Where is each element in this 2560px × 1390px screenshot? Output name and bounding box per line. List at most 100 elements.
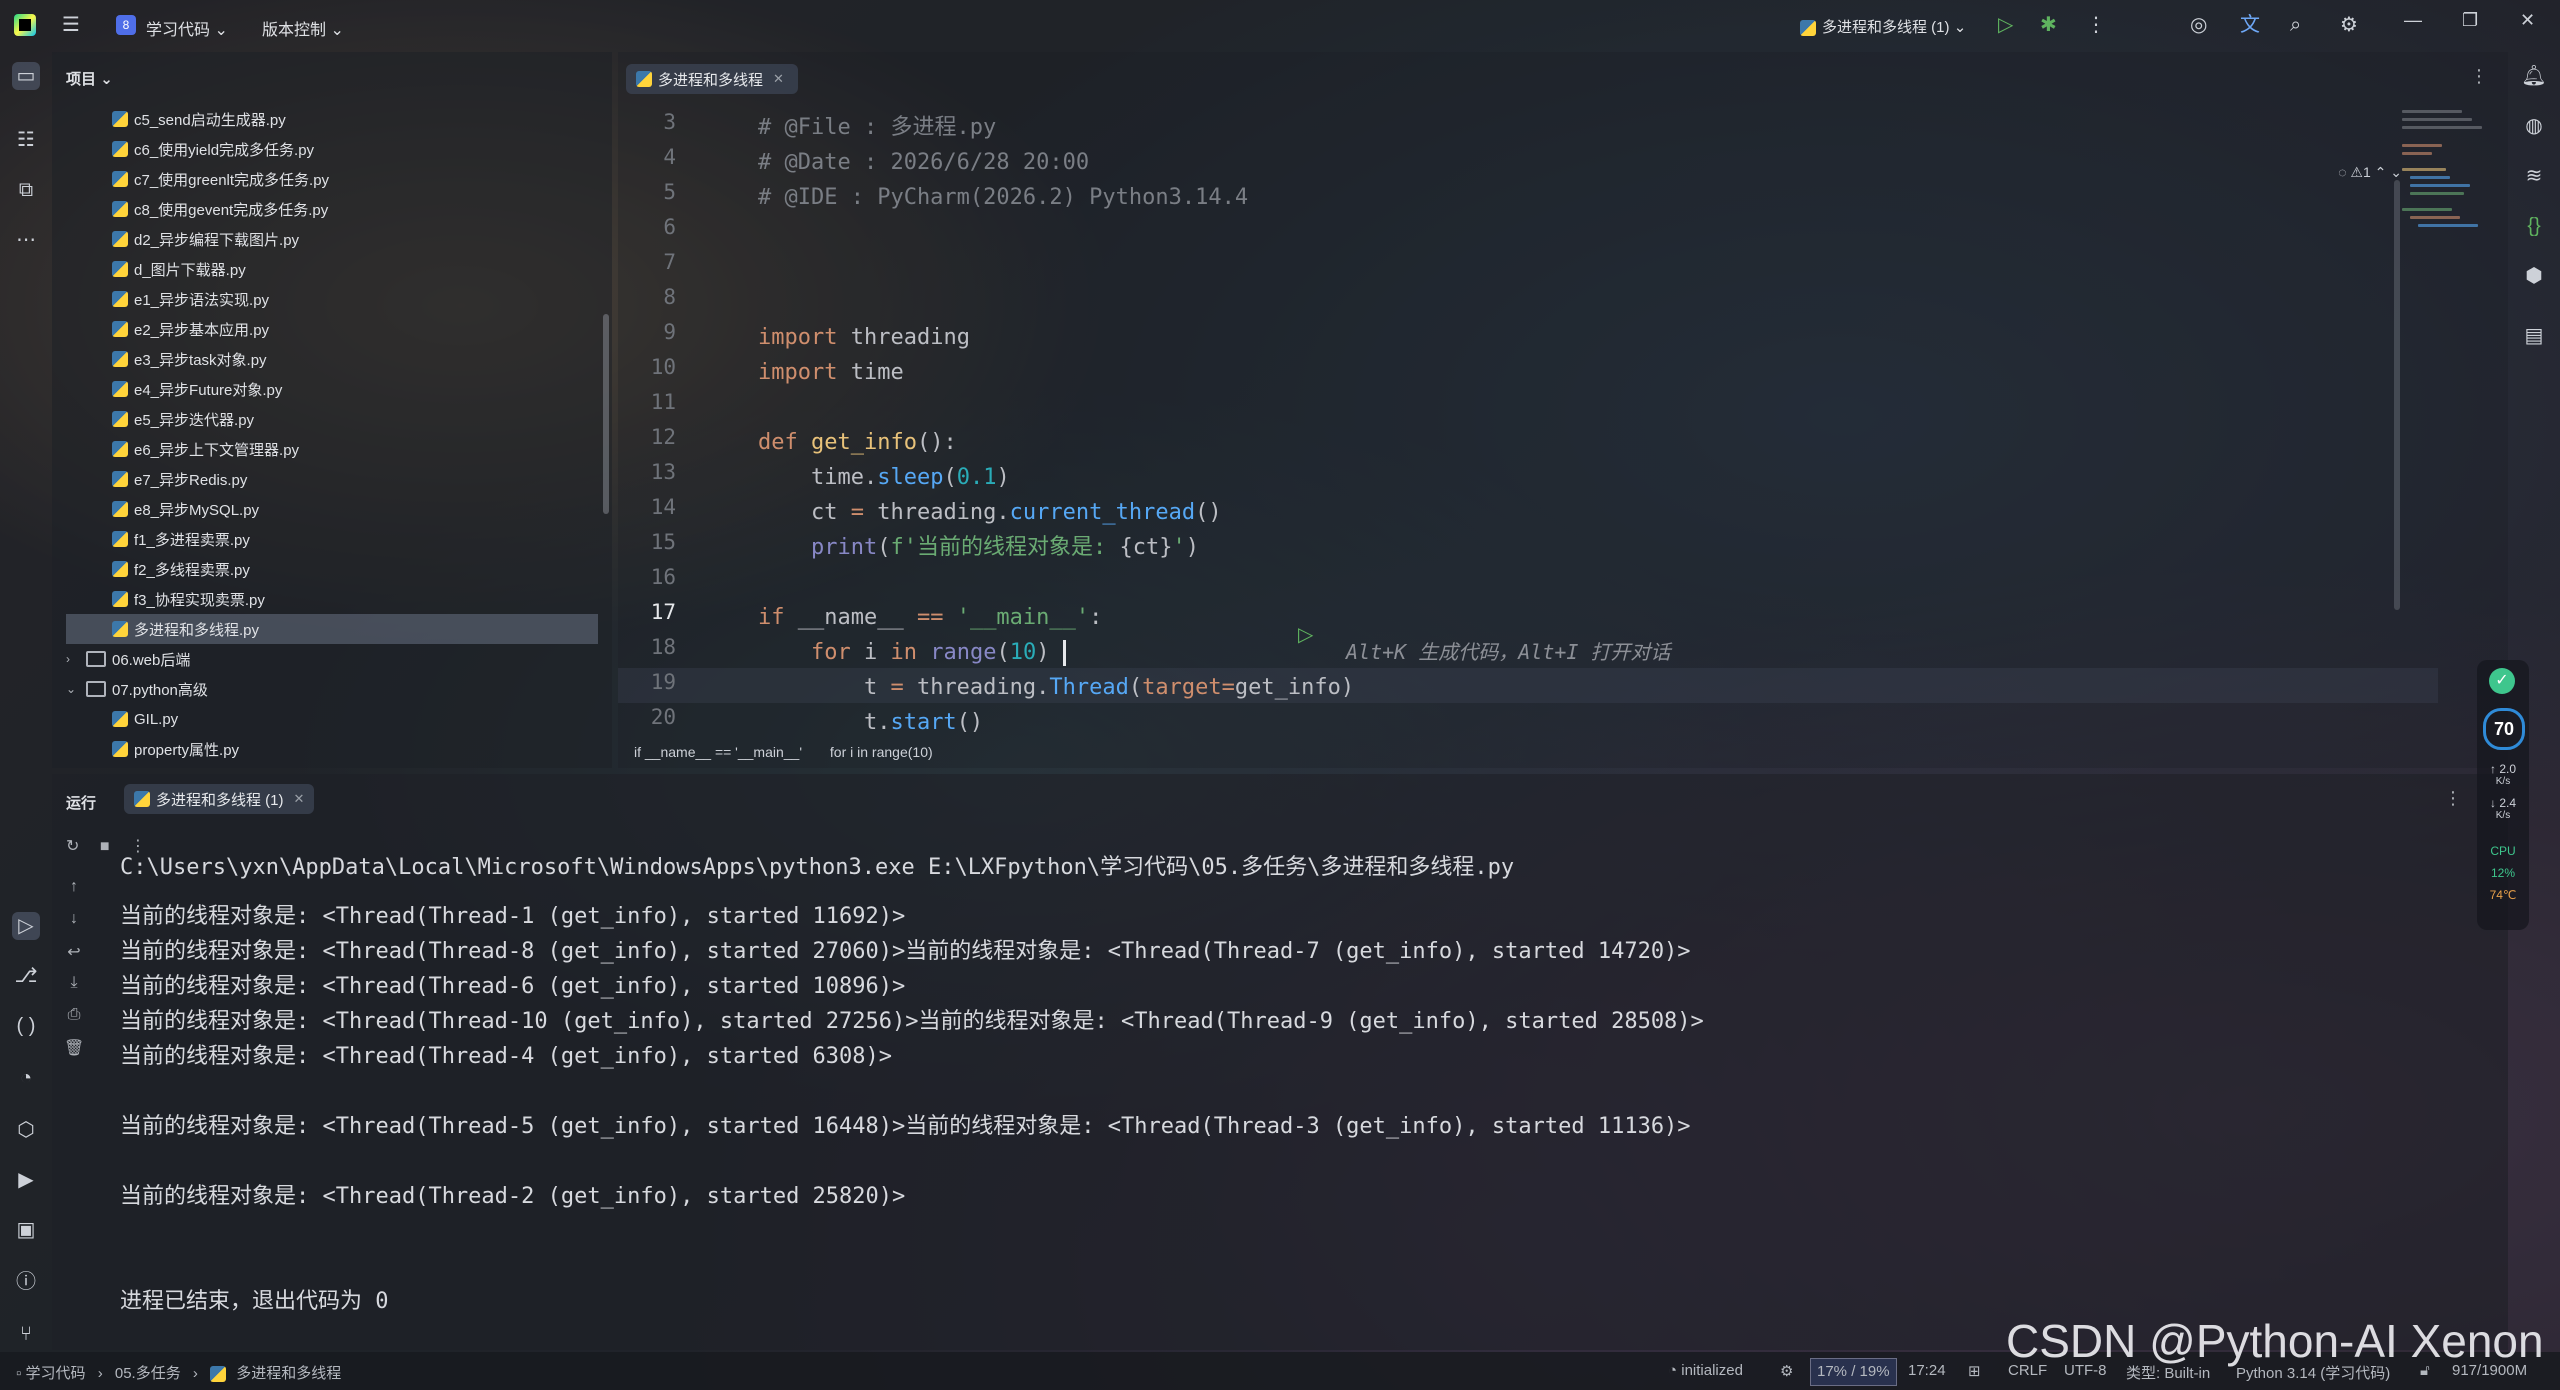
ai-status[interactable]: ◔ initialized bbox=[1668, 1362, 1743, 1379]
json-icon[interactable]: {} bbox=[2520, 212, 2548, 240]
chevron-down-icon: ⌄ bbox=[1953, 19, 1967, 36]
caret-position[interactable]: 17:24 bbox=[1908, 1362, 1946, 1379]
path-item[interactable]: 05.多任务 bbox=[115, 1365, 181, 1382]
tab-run-config[interactable]: 多进程和多线程 (1) ✕ bbox=[124, 784, 315, 814]
tree-file[interactable]: GIL.py bbox=[66, 704, 598, 734]
tree-folder[interactable]: › 06.web后端 bbox=[66, 644, 612, 674]
search-icon[interactable]: ⌕ bbox=[2290, 14, 2301, 36]
python-icon[interactable]: ◔ bbox=[12, 1064, 40, 1092]
tree-file[interactable]: f1_多进程卖票.py bbox=[66, 524, 598, 554]
tree-file[interactable]: e7_异步Redis.py bbox=[66, 464, 598, 494]
path-item[interactable]: 学习代码 bbox=[26, 1365, 86, 1382]
tree-file[interactable]: e8_异步MySQL.py bbox=[66, 494, 598, 524]
breadcrumb-item[interactable]: if __name__ == '__main__' bbox=[634, 744, 802, 760]
project-folder-icon[interactable]: ▭ bbox=[12, 62, 40, 90]
tree-file[interactable]: d_图片下载器.py bbox=[66, 254, 598, 284]
editor-scrollbar[interactable] bbox=[2394, 180, 2400, 610]
scroll-down-icon[interactable]: ↓ bbox=[64, 910, 84, 942]
git-icon[interactable]: ⑂ bbox=[12, 1320, 40, 1348]
settings-gear-icon[interactable]: ⚙ bbox=[2340, 14, 2358, 36]
python-file-icon bbox=[112, 741, 128, 757]
tree-file[interactable]: c8_使用gevent完成多任务.py bbox=[66, 194, 598, 224]
project-scrollbar[interactable] bbox=[603, 314, 609, 514]
scroll-up-icon[interactable]: ↑ bbox=[64, 878, 84, 910]
soft-wrap-icon[interactable]: ↩ bbox=[64, 942, 84, 974]
vcs-dropdown[interactable]: 版本控制 ⌄ bbox=[262, 16, 344, 40]
project-panel-header[interactable]: 项目 ⌄ bbox=[66, 68, 113, 89]
chevron-right-icon[interactable]: › bbox=[66, 652, 80, 666]
print-icon[interactable]: ⎙ bbox=[64, 1006, 84, 1038]
tree-folder[interactable]: ⌄ 07.python高级 bbox=[66, 674, 612, 704]
tree-file[interactable]: c5_send启动生成器.py bbox=[66, 104, 598, 134]
python-console-icon[interactable]: ( ) bbox=[12, 1012, 40, 1040]
run-more-icon[interactable]: ⋮ bbox=[2444, 788, 2462, 809]
terminal-icon[interactable]: ▣ bbox=[12, 1216, 40, 1244]
rerun-icon[interactable]: ↻ bbox=[66, 838, 79, 855]
tree-file[interactable]: e1_异步语法实现.py bbox=[66, 284, 598, 314]
close-tab-icon[interactable]: ✕ bbox=[294, 791, 305, 807]
tree-file[interactable]: c7_使用greenlt完成多任务.py bbox=[66, 164, 598, 194]
project-name-dropdown[interactable]: 学习代码 ⌄ bbox=[146, 16, 228, 40]
more-icon[interactable]: ⋮ bbox=[2086, 14, 2106, 36]
plugin-icon[interactable]: ⬢ bbox=[2520, 262, 2548, 290]
tree-file[interactable]: 多进程和多线程.py bbox=[66, 614, 598, 644]
ai-chat-icon[interactable]: ◍ bbox=[2520, 112, 2548, 140]
tree-file[interactable]: d2_异步编程下载图片.py bbox=[66, 224, 598, 254]
ai-assistant-icon[interactable]: ◎ bbox=[2190, 14, 2207, 36]
more-tools-icon[interactable]: ⋯ bbox=[12, 226, 40, 254]
tree-file[interactable]: f2_多线程卖票.py bbox=[66, 554, 598, 584]
line-number: 15 bbox=[650, 530, 676, 554]
trash-icon[interactable]: 🗑︎ bbox=[64, 1038, 84, 1070]
tab-more-icon[interactable]: ⋮ bbox=[2470, 66, 2488, 87]
tree-item-label: GIL.py bbox=[134, 710, 179, 728]
translate-icon[interactable]: 文 bbox=[2240, 14, 2260, 36]
left-tool-strip: ▭ ☷ ⧉ ⋯ ▷ ⎇ ( ) ◔ ⬡ ▶ ▣ ⓘ ⑂ bbox=[0, 52, 52, 1352]
run-icon[interactable]: ▷ bbox=[1998, 14, 2013, 36]
tree-file[interactable]: e3_异步task对象.py bbox=[66, 344, 598, 374]
notifications-bell-icon[interactable]: 🔔︎ bbox=[2520, 62, 2548, 90]
tree-file[interactable]: e6_异步上下文管理器.py bbox=[66, 434, 598, 464]
tree-file[interactable]: e2_异步基本应用.py bbox=[66, 314, 598, 344]
memory-indicator[interactable]: 17% / 19% bbox=[1810, 1358, 1897, 1386]
debug-tool-icon[interactable]: ▶ bbox=[12, 1166, 40, 1194]
restore-icon[interactable]: ❐ bbox=[2462, 10, 2478, 31]
run-config-dropdown[interactable]: 多进程和多线程 (1) ⌄ bbox=[1800, 16, 1966, 37]
cpu-label: CPU bbox=[2490, 844, 2516, 858]
python-packages-icon[interactable]: ⧉ bbox=[12, 176, 40, 204]
structure-icon[interactable]: ☷ bbox=[12, 126, 40, 154]
tree-file[interactable]: f3_协程实现卖票.py bbox=[66, 584, 598, 614]
gutter-run-icon[interactable]: ▷ bbox=[1298, 622, 1313, 647]
debug-icon[interactable]: ✱ bbox=[2040, 14, 2057, 36]
run-tool-icon[interactable]: ▷ bbox=[12, 912, 40, 940]
chevron-down-icon[interactable]: ⌄ bbox=[66, 682, 80, 696]
upload-speed: ↑ 2.0 bbox=[2489, 762, 2517, 776]
code-minimap[interactable] bbox=[2402, 110, 2502, 230]
database-icon[interactable]: ≋ bbox=[2520, 162, 2548, 190]
stop-icon[interactable]: ■ bbox=[100, 838, 110, 855]
tab-editor-file[interactable]: 多进程和多线程 ✕ bbox=[626, 64, 798, 94]
tree-file[interactable]: c6_使用yield完成多任务.py bbox=[66, 134, 598, 164]
system-monitor-widget[interactable]: ✓ 70 ↑ 2.0 K/s ↓ 2.4 K/s CPU 12% 74℃ bbox=[2477, 660, 2529, 930]
keyword: for bbox=[758, 640, 851, 665]
python-file-icon bbox=[112, 501, 128, 517]
problems-icon[interactable]: ⓘ bbox=[12, 1268, 40, 1296]
main-menu-icon[interactable]: ☰ bbox=[62, 15, 82, 35]
tree-item-label: e5_异步迭代器.py bbox=[134, 411, 255, 429]
tree-file[interactable]: e5_异步迭代器.py bbox=[66, 404, 598, 434]
tree-file[interactable]: e4_异步Future对象.py bbox=[66, 374, 598, 404]
path-item[interactable]: 多进程和多线程 bbox=[236, 1365, 341, 1382]
vcs-label: 版本控制 bbox=[262, 22, 327, 39]
close-tab-icon[interactable]: ✕ bbox=[773, 71, 784, 87]
assistant-icon[interactable]: ⚙ bbox=[1780, 1362, 1793, 1380]
sciview-icon[interactable]: ▤ bbox=[2520, 322, 2548, 350]
scroll-to-end-icon[interactable]: ⤓ bbox=[64, 974, 84, 1006]
editor-tab-bar: 多进程和多线程 ✕ ⋮ bbox=[618, 52, 2508, 104]
layers-icon[interactable]: ⬡ bbox=[12, 1116, 40, 1144]
close-window-icon[interactable]: ✕ bbox=[2520, 10, 2535, 31]
project-badge[interactable]: 8 bbox=[116, 15, 136, 35]
minimize-icon[interactable]: — bbox=[2404, 10, 2422, 31]
breadcrumb-item[interactable]: for i in range(10) bbox=[830, 744, 933, 760]
tree-file[interactable]: property属性.py bbox=[66, 734, 598, 764]
inspection-widget[interactable]: ◌ ⚠1 ⌃ ⌄ bbox=[2338, 164, 2402, 181]
services-icon[interactable]: ⎇ bbox=[12, 962, 40, 990]
